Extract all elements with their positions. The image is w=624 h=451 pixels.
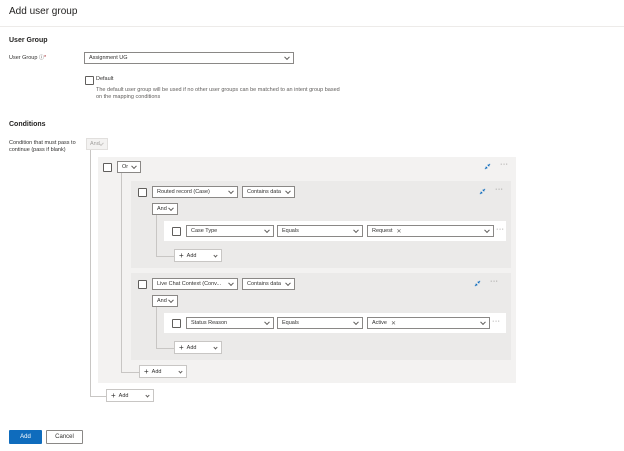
- condition-1-field-value: Case Type: [191, 228, 218, 234]
- group-checkbox[interactable]: [103, 163, 112, 172]
- group-operator-select[interactable]: Or: [117, 161, 141, 173]
- chevron-down-icon: [284, 54, 290, 61]
- collapse-icon[interactable]: [474, 280, 481, 287]
- condition-1-checkbox[interactable]: [138, 188, 147, 197]
- plus-icon: +: [144, 366, 149, 376]
- chevron-down-icon: [285, 280, 291, 287]
- dialog-title: Add user group: [9, 6, 78, 17]
- group-tree-branch: [121, 372, 139, 373]
- condition-2-inner-operator-select[interactable]: And: [152, 295, 178, 307]
- group-operator-value: Or: [122, 164, 129, 170]
- condition-2-value-tag-label: Active: [372, 320, 387, 326]
- condition-2-operator-select[interactable]: Contains data: [242, 278, 295, 290]
- condition-2-row-checkbox[interactable]: [172, 319, 181, 328]
- condition-1-comparator-select[interactable]: Equals: [277, 225, 363, 237]
- condition-1-field-select[interactable]: Case Type: [186, 225, 274, 237]
- conditions-heading: Conditions: [9, 121, 46, 128]
- default-label: Default: [96, 76, 114, 82]
- outer-tree-branch: [90, 396, 106, 397]
- condition-1-value-picker[interactable]: Request ✕: [367, 225, 494, 237]
- condition-2-tree-line: [156, 307, 157, 348]
- header-divider: [0, 26, 624, 27]
- condition-1-operator-value: Contains data: [247, 189, 281, 195]
- condition-1-inner-operator-select[interactable]: And: [152, 203, 178, 215]
- default-help-text: The default user group will be used if n…: [96, 87, 340, 100]
- condition-2-comparator-value: Equals: [282, 320, 299, 326]
- chevron-down-icon: [168, 297, 174, 304]
- add-button[interactable]: Add: [9, 430, 42, 444]
- chevron-down-icon: [145, 392, 150, 398]
- plus-icon: +: [179, 342, 184, 352]
- condition-1-inner-operator-value: And: [157, 206, 167, 212]
- chevron-down-icon: [213, 252, 218, 258]
- condition-1-tree-line: [156, 215, 157, 256]
- plus-icon: +: [111, 390, 116, 400]
- condition-2-row-more-icon[interactable]: ···: [492, 318, 501, 325]
- condition-1-add-label: Add: [186, 252, 197, 259]
- chevron-down-icon: [131, 163, 137, 170]
- user-group-select[interactable]: Assignment UG: [84, 52, 294, 64]
- chevron-down-icon: [264, 319, 270, 326]
- conditions-label: Condition that must pass to continue (pa…: [9, 140, 76, 153]
- chevron-down-icon: [353, 319, 359, 326]
- condition-2-comparator-select[interactable]: Equals: [277, 317, 363, 329]
- user-group-label-text: User Group: [9, 55, 38, 61]
- condition-2-tree-branch: [156, 348, 174, 349]
- chevron-down-icon: [484, 227, 490, 234]
- collapse-icon[interactable]: [484, 163, 491, 170]
- condition-2-checkbox[interactable]: [138, 280, 147, 289]
- condition-2-field-value: Status Reason: [191, 320, 228, 326]
- group-tree-line: [121, 173, 122, 372]
- required-mark: *: [43, 55, 47, 61]
- condition-2-more-icon[interactable]: ···: [490, 278, 499, 285]
- group-more-icon[interactable]: ···: [500, 161, 509, 168]
- condition-2-field-select[interactable]: Status Reason: [186, 317, 274, 329]
- remove-tag-icon[interactable]: ✕: [391, 320, 396, 327]
- condition-2-operator-value: Contains data: [247, 281, 281, 287]
- user-group-label: User Group ⓘ*: [9, 55, 46, 62]
- condition-1-more-icon[interactable]: ···: [495, 186, 504, 193]
- user-group-heading: User Group: [9, 37, 48, 44]
- plus-icon: +: [179, 250, 184, 260]
- chevron-down-icon: [228, 280, 234, 287]
- condition-2-add-button[interactable]: + Add: [174, 341, 222, 354]
- value-tag: Request ✕: [372, 228, 402, 235]
- condition-2-entity-value: Live Chat Context (Conv...: [157, 281, 222, 287]
- group-add-label: Add: [151, 368, 162, 375]
- condition-1-comparator-value: Equals: [282, 228, 299, 234]
- condition-1-entity-select[interactable]: Routed record (Case): [152, 186, 238, 198]
- group-add-button[interactable]: + Add: [139, 365, 187, 378]
- condition-2-entity-select[interactable]: Live Chat Context (Conv...: [152, 278, 238, 290]
- default-checkbox[interactable]: [85, 76, 94, 85]
- condition-1-add-button[interactable]: + Add: [174, 249, 222, 262]
- condition-1-value-tag-label: Request: [372, 228, 393, 234]
- condition-2-inner-operator-value: And: [157, 298, 167, 304]
- condition-1-row-more-icon[interactable]: ···: [496, 226, 505, 233]
- chevron-down-icon: [228, 188, 234, 195]
- user-group-value: Assignment UG: [89, 55, 128, 61]
- condition-1-operator-select[interactable]: Contains data: [242, 186, 295, 198]
- outer-add-button[interactable]: + Add: [106, 389, 154, 402]
- chevron-down-icon: [264, 227, 270, 234]
- chevron-down-icon: [480, 319, 486, 326]
- condition-2-value-picker[interactable]: Active ✕: [367, 317, 490, 329]
- chevron-down-icon: [213, 344, 218, 350]
- outer-add-label: Add: [118, 392, 129, 399]
- top-operator-select: And: [86, 138, 108, 150]
- chevron-down-icon: [168, 205, 174, 212]
- condition-1-row-checkbox[interactable]: [172, 227, 181, 236]
- chevron-down-icon: [353, 227, 359, 234]
- condition-1-entity-value: Routed record (Case): [157, 189, 210, 195]
- value-tag: Active ✕: [372, 320, 396, 327]
- condition-2-add-label: Add: [186, 344, 197, 351]
- chevron-down-icon: [178, 368, 183, 374]
- condition-1-tree-branch: [156, 256, 174, 257]
- remove-tag-icon[interactable]: ✕: [397, 228, 402, 235]
- collapse-icon[interactable]: [479, 188, 486, 195]
- cancel-button[interactable]: Cancel: [46, 430, 83, 444]
- chevron-down-icon: [285, 188, 291, 195]
- outer-tree-line: [90, 150, 91, 396]
